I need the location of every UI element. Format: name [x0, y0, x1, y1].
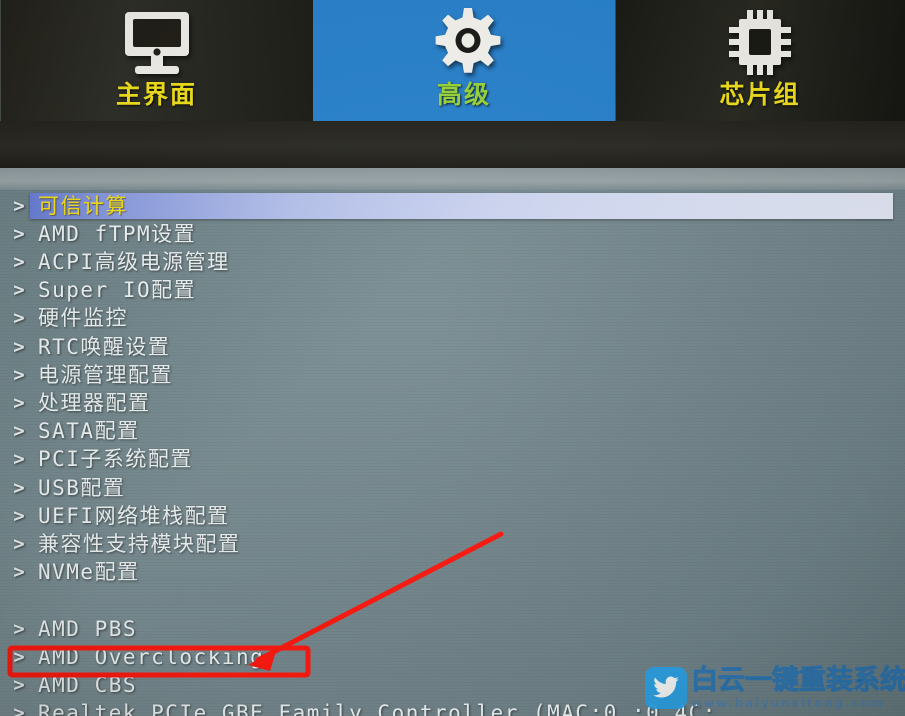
- nav-tab-advanced[interactable]: 高级: [313, 0, 615, 121]
- menu-item-label: PCI子系统配置: [38, 447, 193, 472]
- menu-item-10[interactable]: > USB配置: [0, 474, 905, 502]
- menu-item-label: RTC唤醒设置: [38, 334, 171, 359]
- menu-item-4[interactable]: > 硬件监控: [0, 305, 905, 333]
- chevron-right-icon: >: [13, 645, 25, 668]
- selection-highlight-bar: [30, 193, 893, 219]
- menu-item-7[interactable]: > 处理器配置: [0, 389, 905, 417]
- chevron-right-icon: >: [13, 673, 25, 696]
- chevron-right-icon: >: [13, 391, 25, 414]
- watermark-title: 白云一键重装系统: [691, 664, 905, 696]
- menu-item-label: ACPI高级电源管理: [38, 249, 230, 274]
- chevron-right-icon: >: [13, 448, 25, 471]
- menu-item-3[interactable]: > Super IO配置: [0, 277, 905, 305]
- menu-item-6[interactable]: > 电源管理配置: [0, 361, 905, 389]
- chevron-right-icon: >: [13, 476, 25, 499]
- chevron-right-icon: >: [13, 561, 25, 584]
- advanced-menu-panel: > 可信计算 > AMD fTPM设置 > ACPI高级电源管理 > Super IO配置 > 硬…: [0, 190, 905, 716]
- watermark-text: 白云一键重装系统 www.baiyunxitong.com: [691, 664, 905, 710]
- monitor-icon: [113, 6, 201, 80]
- chip-icon: [717, 6, 803, 80]
- twitter-bird-icon: [645, 667, 687, 709]
- chevron-right-icon: >: [13, 617, 25, 640]
- menu-item-label: 硬件监控: [38, 306, 128, 331]
- nav-tab-chipset-label: 芯片组: [719, 80, 801, 109]
- gear-icon: [423, 6, 505, 80]
- chevron-right-icon: >: [13, 279, 25, 302]
- menu-item-label: 兼容性支持模块配置: [38, 531, 241, 556]
- chevron-right-icon: >: [13, 363, 25, 386]
- menu-item-label: 处理器配置: [38, 390, 151, 415]
- nav-tab-main[interactable]: 主界面: [0, 0, 313, 121]
- menu-item-5[interactable]: > RTC唤醒设置: [0, 333, 905, 361]
- chevron-right-icon: >: [13, 420, 25, 443]
- chevron-right-icon: >: [13, 504, 25, 527]
- chevron-right-icon: >: [13, 250, 25, 273]
- menu-item-label: NVMe配置: [38, 560, 140, 585]
- menu-item-label: Realtek PCIe GBE Family Controller (MAC:…: [38, 701, 717, 716]
- menu-item-label: USB配置: [38, 475, 126, 500]
- menu-item-label: AMD fTPM设置: [38, 221, 197, 246]
- chevron-right-icon: >: [13, 532, 25, 555]
- menu-item-1[interactable]: > AMD fTPM设置: [0, 220, 905, 248]
- chevron-right-icon: >: [13, 222, 25, 245]
- nav-tab-chipset[interactable]: 芯片组: [615, 0, 905, 121]
- menu-item-label: AMD PBS: [38, 616, 138, 641]
- menu-item-2[interactable]: > ACPI高级电源管理: [0, 248, 905, 276]
- menu-item-label: 可信计算: [38, 193, 128, 218]
- watermark-url: www.baiyunxitong.com: [691, 695, 885, 710]
- panel-top-divider: [0, 168, 905, 190]
- menu-item-13[interactable]: > NVMe配置: [0, 559, 905, 587]
- menu-item-label: Super IO配置: [38, 278, 197, 303]
- menu-item-label: SATA配置: [38, 419, 140, 444]
- menu-item-9[interactable]: > PCI子系统配置: [0, 446, 905, 474]
- chevron-right-icon: >: [13, 335, 25, 358]
- chevron-right-icon: >: [13, 194, 25, 217]
- nav-tab-advanced-label: 高级: [436, 80, 491, 109]
- menu-item-label: AMD Overclocking: [38, 644, 265, 669]
- menu-item-label: UEFI网络堆栈配置: [38, 503, 230, 528]
- menu-item-label: 电源管理配置: [38, 362, 173, 387]
- menu-item-15[interactable]: > AMD PBS: [0, 615, 905, 643]
- bios-top-navigation: 主界面 高级 芯片组: [0, 0, 905, 121]
- menu-item-label: AMD CBS: [38, 672, 138, 697]
- nav-tab-main-label: 主界面: [115, 80, 197, 109]
- menu-item-0[interactable]: > 可信计算: [0, 192, 905, 220]
- chevron-right-icon: >: [13, 307, 25, 330]
- menu-item-8[interactable]: > SATA配置: [0, 418, 905, 446]
- site-watermark: 白云一键重装系统 www.baiyunxitong.com: [645, 663, 905, 713]
- menu-item-11[interactable]: > UEFI网络堆栈配置: [0, 502, 905, 530]
- chevron-right-icon: >: [13, 702, 25, 716]
- menu-item-12[interactable]: > 兼容性支持模块配置: [0, 530, 905, 558]
- bios-setup-screen: 主界面 高级 芯片组 > 可信计算 > AMD fTPM设置 > ACPI高级电…: [0, 0, 905, 716]
- header-dark-band: [0, 121, 905, 168]
